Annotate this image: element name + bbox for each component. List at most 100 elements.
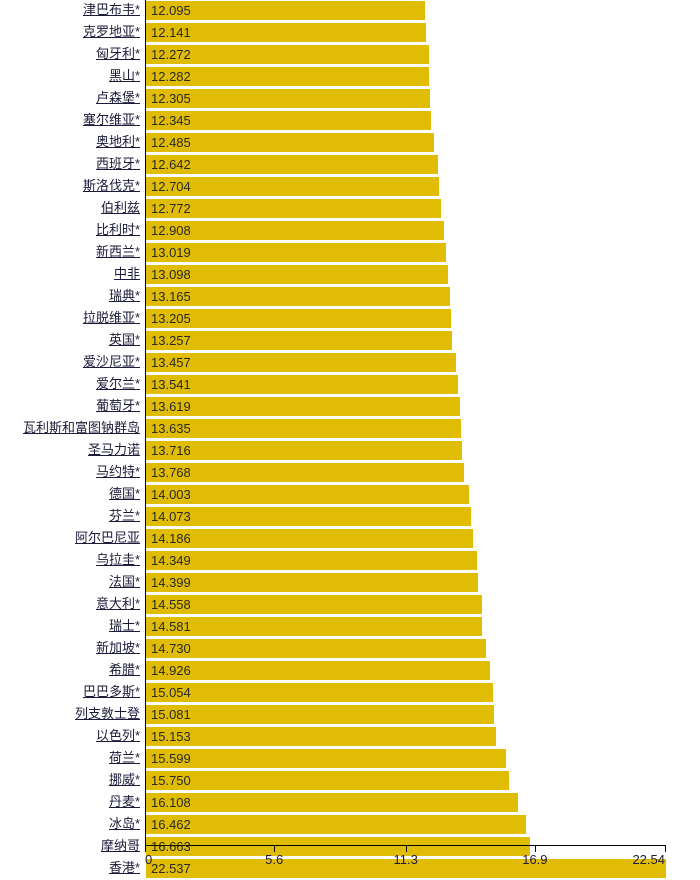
bar-row: 比利时* 12.908: [0, 220, 700, 242]
category-label-link[interactable]: 冰岛*: [0, 816, 140, 832]
bar[interactable]: [146, 507, 471, 526]
bar[interactable]: [146, 375, 459, 394]
bar[interactable]: [146, 485, 470, 504]
category-label-link[interactable]: 卢森堡*: [0, 90, 140, 106]
bar[interactable]: [146, 639, 486, 658]
category-label-link[interactable]: 新加坡*: [0, 640, 140, 656]
category-label-link[interactable]: 德国*: [0, 486, 140, 502]
category-label-link[interactable]: 希腊*: [0, 662, 140, 678]
bar[interactable]: [146, 441, 463, 460]
category-label-link[interactable]: 西班牙*: [0, 156, 140, 172]
bar[interactable]: [146, 243, 447, 262]
category-label-link[interactable]: 摩纳哥: [0, 838, 140, 854]
bar-track: 12.642: [146, 155, 666, 174]
bar[interactable]: [146, 265, 449, 284]
bar-value-label: 12.141: [151, 25, 191, 40]
bar-row: 新西兰* 13.019: [0, 242, 700, 264]
x-axis-tick: [665, 845, 666, 852]
bar-track: 12.282: [146, 67, 666, 86]
bar-value-label: 12.772: [151, 201, 191, 216]
category-label-link[interactable]: 圣马力诺: [0, 442, 140, 458]
bar-track: 16.462: [146, 815, 666, 834]
bar[interactable]: [146, 529, 474, 548]
category-label-link[interactable]: 爱沙尼亚*: [0, 354, 140, 370]
bar[interactable]: [146, 419, 461, 438]
bar[interactable]: [146, 463, 464, 482]
category-label-link[interactable]: 比利时*: [0, 222, 140, 238]
category-label-link[interactable]: 香港*: [0, 860, 140, 876]
category-label-link[interactable]: 列支敦士登: [0, 706, 140, 722]
category-label-link[interactable]: 巴巴多斯*: [0, 684, 140, 700]
bar[interactable]: [146, 705, 494, 724]
bar-track: 15.750: [146, 771, 666, 790]
category-label-link[interactable]: 乌拉圭*: [0, 552, 140, 568]
category-label-link[interactable]: 奥地利*: [0, 134, 140, 150]
bar-row: 塞尔维亚* 12.345: [0, 110, 700, 132]
category-label-link[interactable]: 匈牙利*: [0, 46, 140, 62]
category-label-link[interactable]: 斯洛伐克*: [0, 178, 140, 194]
category-label-link[interactable]: 新西兰*: [0, 244, 140, 260]
bar[interactable]: [146, 727, 496, 746]
bar-row: 意大利* 14.558: [0, 594, 700, 616]
category-label-link[interactable]: 拉脱维亚*: [0, 310, 140, 326]
bar-rows-container: 津巴布韦* 12.095 克罗地亚* 12.141 匈牙利* 12.272 黑山* 12.28…: [0, 0, 700, 878]
category-label-link[interactable]: 瑞典*: [0, 288, 140, 304]
category-label-link[interactable]: 中非: [0, 266, 140, 282]
bar[interactable]: [146, 331, 452, 350]
bar[interactable]: [146, 287, 450, 306]
category-label-link[interactable]: 英国*: [0, 332, 140, 348]
bar[interactable]: [146, 595, 482, 614]
category-label-link[interactable]: 芬兰*: [0, 508, 140, 524]
bar-track: 14.558: [146, 595, 666, 614]
category-label-link[interactable]: 以色列*: [0, 728, 140, 744]
bar-row: 斯洛伐克* 12.704: [0, 176, 700, 198]
bar[interactable]: [146, 749, 506, 768]
category-label-link[interactable]: 法国*: [0, 574, 140, 590]
bar-track: 13.541: [146, 375, 666, 394]
bar-value-label: 14.581: [151, 619, 191, 634]
bar-track: 12.141: [146, 23, 666, 42]
bar-row: 瑞士* 14.581: [0, 616, 700, 638]
bar[interactable]: [146, 683, 494, 702]
category-label-link[interactable]: 伯利兹: [0, 200, 140, 216]
category-label-link[interactable]: 意大利*: [0, 596, 140, 612]
category-label-link[interactable]: 黑山*: [0, 68, 140, 84]
category-label-link[interactable]: 丹麦*: [0, 794, 140, 810]
bar[interactable]: [146, 573, 479, 592]
category-label-link[interactable]: 克罗地亚*: [0, 24, 140, 40]
bar-row: 芬兰* 14.073: [0, 506, 700, 528]
bar[interactable]: [146, 793, 518, 812]
bar-value-label: 13.165: [151, 289, 191, 304]
category-label-link[interactable]: 挪威*: [0, 772, 140, 788]
bar-value-label: 12.345: [151, 113, 191, 128]
bar[interactable]: [146, 661, 491, 680]
bar-value-label: 12.305: [151, 91, 191, 106]
category-label-link[interactable]: 塞尔维亚*: [0, 112, 140, 128]
bar[interactable]: [146, 353, 457, 372]
category-label-link[interactable]: 阿尔巴尼亚: [0, 530, 140, 546]
bar-value-label: 13.098: [151, 267, 191, 282]
bar-value-label: 12.282: [151, 69, 191, 84]
category-label-link[interactable]: 瑞士*: [0, 618, 140, 634]
category-label-link[interactable]: 马约特*: [0, 464, 140, 480]
bar[interactable]: [146, 551, 478, 570]
bar-track: 13.768: [146, 463, 666, 482]
bar-row: 摩纳哥 16.663: [0, 836, 700, 858]
bar[interactable]: [146, 397, 461, 416]
category-label-link[interactable]: 葡萄牙*: [0, 398, 140, 414]
bar-value-label: 12.485: [151, 135, 191, 150]
category-label-link[interactable]: 津巴布韦*: [0, 2, 140, 18]
bar[interactable]: [146, 815, 526, 834]
bar-value-label: 16.108: [151, 795, 191, 810]
bar[interactable]: [146, 771, 510, 790]
bar-row: 丹麦* 16.108: [0, 792, 700, 814]
bar-row: 马约特* 13.768: [0, 462, 700, 484]
category-label-link[interactable]: 爱尔兰*: [0, 376, 140, 392]
category-label-link[interactable]: 瓦利斯和富图钠群岛: [0, 420, 140, 436]
bar[interactable]: [146, 617, 483, 636]
bar-value-label: 14.003: [151, 487, 191, 502]
bar[interactable]: [146, 837, 531, 856]
bar[interactable]: [146, 309, 451, 328]
bar-track: 13.165: [146, 287, 666, 306]
category-label-link[interactable]: 荷兰*: [0, 750, 140, 766]
